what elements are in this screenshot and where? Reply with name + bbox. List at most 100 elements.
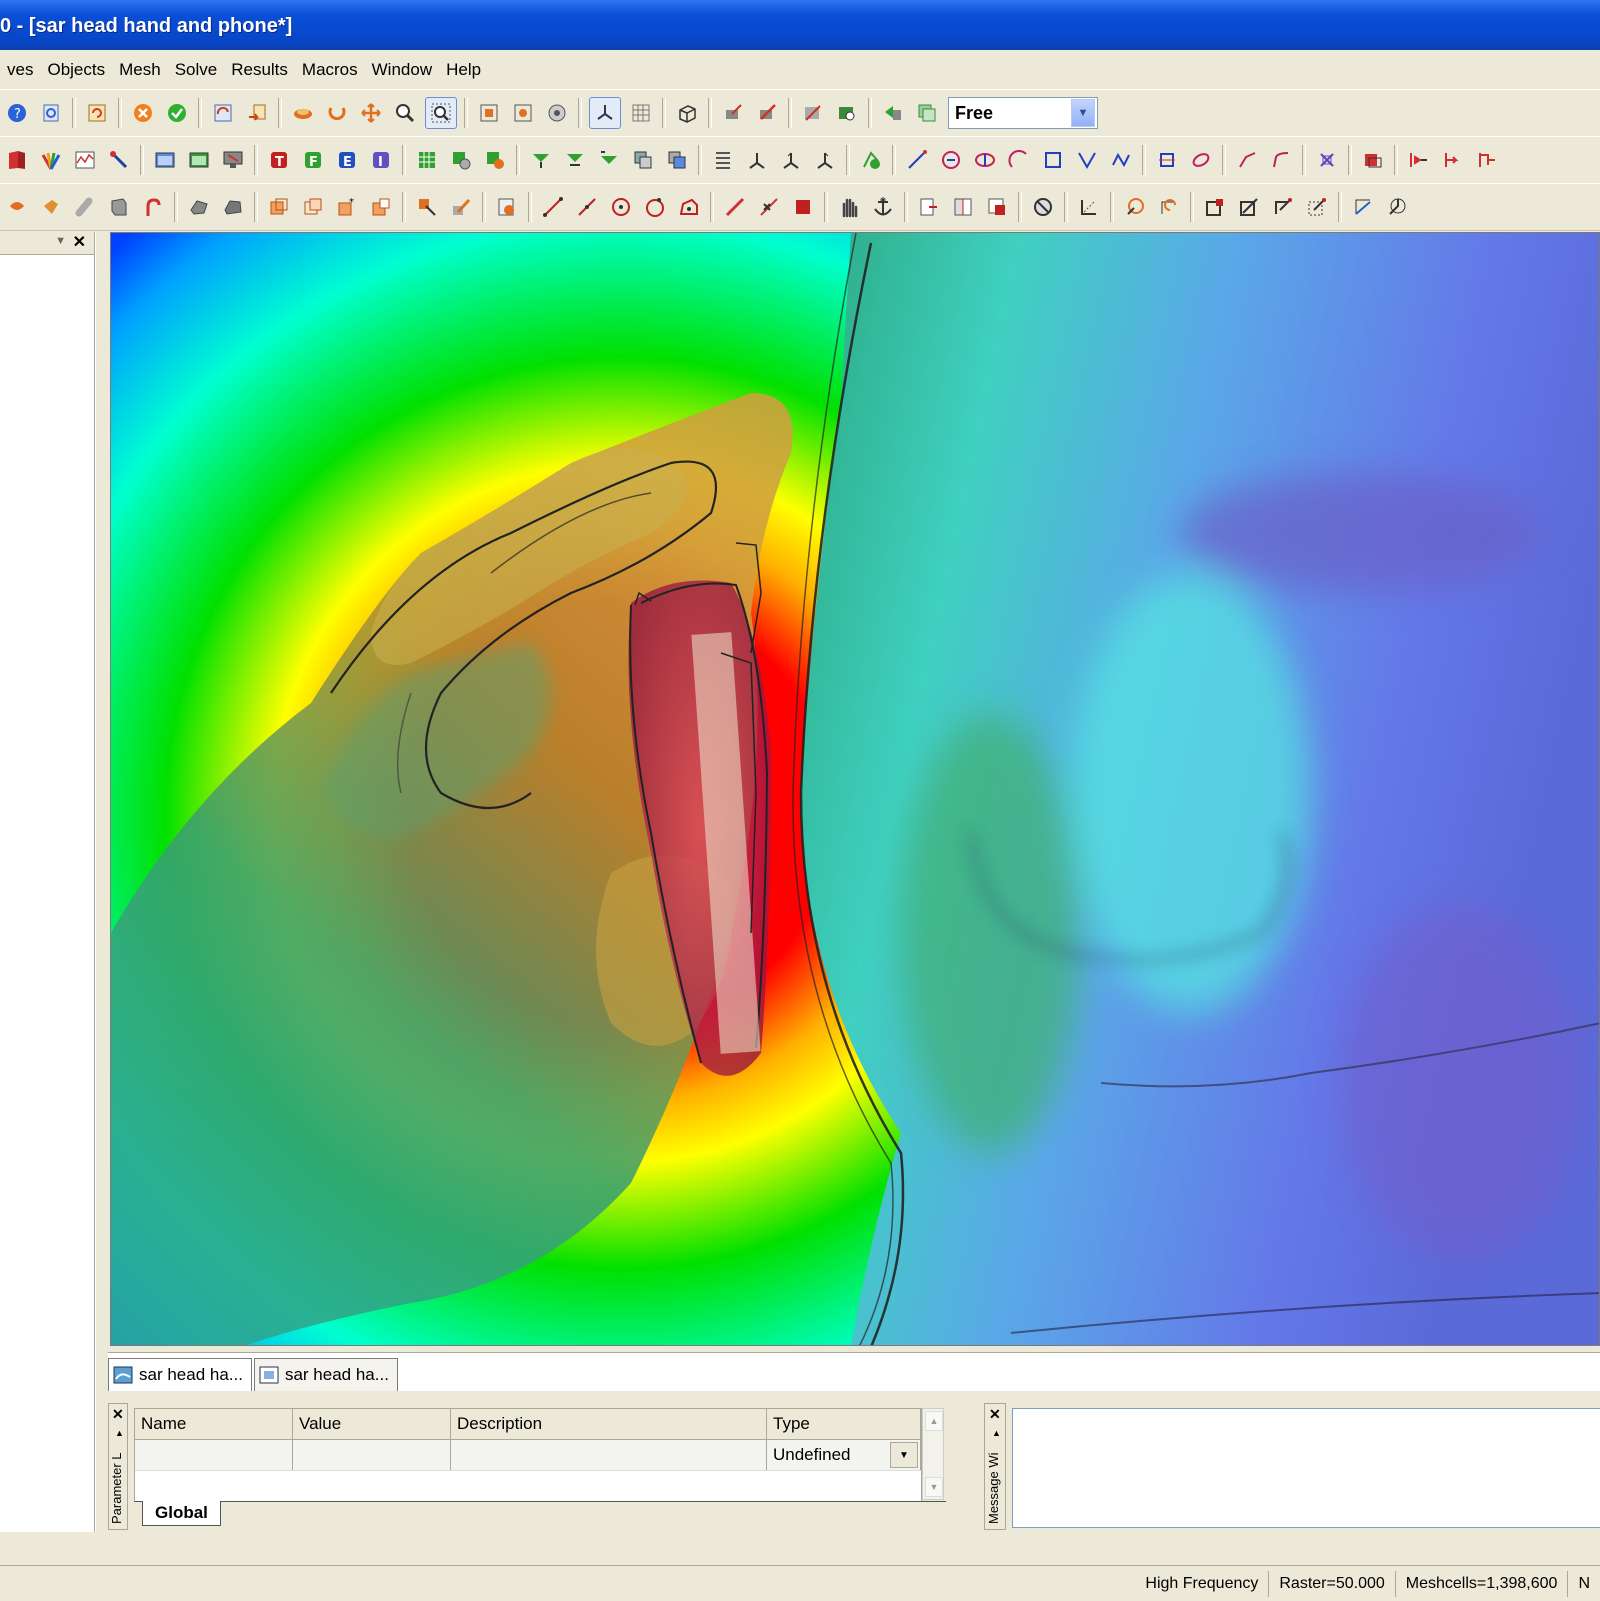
align-icon[interactable] xyxy=(915,193,943,221)
view-mode-select[interactable]: Free ▼ xyxy=(948,97,1098,129)
anchor-icon[interactable] xyxy=(869,193,897,221)
circle-icon[interactable] xyxy=(937,146,965,174)
view-options-icon[interactable] xyxy=(543,99,571,127)
pick-circle-icon[interactable] xyxy=(641,193,669,221)
window-icon[interactable] xyxy=(151,146,179,174)
field-source-icon[interactable] xyxy=(663,146,691,174)
edit-icon[interactable] xyxy=(447,193,475,221)
recycle-icon[interactable] xyxy=(37,99,65,127)
tab-global[interactable]: Global xyxy=(142,1501,221,1526)
curve-to-solid-icon[interactable] xyxy=(1359,146,1387,174)
transform-icon[interactable] xyxy=(879,99,907,127)
pan-icon[interactable] xyxy=(357,99,385,127)
history-icon[interactable] xyxy=(493,193,521,221)
plot-1d-icon[interactable] xyxy=(71,146,99,174)
ok-icon[interactable] xyxy=(163,99,191,127)
chevron-up-icon[interactable]: ▲ xyxy=(992,1428,1001,1438)
name-cell[interactable] xyxy=(135,1440,293,1470)
fillet-curve-icon[interactable] xyxy=(1233,146,1261,174)
measure-icon[interactable] xyxy=(1029,193,1057,221)
hand-icon[interactable] xyxy=(835,193,863,221)
port-icon[interactable] xyxy=(527,146,555,174)
refresh-icon[interactable] xyxy=(209,99,237,127)
chamfer-curve-icon[interactable] xyxy=(1267,146,1295,174)
clear-picks-icon[interactable] xyxy=(755,193,783,221)
trim-curve-icon[interactable] xyxy=(1153,146,1181,174)
brick-icon[interactable] xyxy=(105,193,133,221)
rotate-curve-icon[interactable] xyxy=(1439,146,1467,174)
wcs-align-icon[interactable] xyxy=(1121,193,1149,221)
boolean-add-icon[interactable] xyxy=(265,193,293,221)
wcs-local-icon[interactable] xyxy=(1269,193,1297,221)
tab-schematic[interactable]: sar head ha... xyxy=(253,1358,398,1391)
discrete-port-icon[interactable] xyxy=(595,146,623,174)
ellipse-icon[interactable] xyxy=(971,146,999,174)
add-point-icon[interactable] xyxy=(857,146,885,174)
description-cell[interactable] xyxy=(451,1440,767,1470)
column-header-name[interactable]: Name xyxy=(135,1409,293,1439)
parameter-scrollbar[interactable]: ▲ ▼ xyxy=(922,1408,944,1500)
tab-3d-view[interactable]: sar head ha... xyxy=(108,1358,252,1391)
monitor-icon[interactable] xyxy=(185,146,213,174)
chevron-down-icon[interactable]: ▼ xyxy=(1071,99,1095,127)
boolean-subtract-icon[interactable] xyxy=(299,193,327,221)
layers-icon[interactable] xyxy=(913,99,941,127)
mirror-icon[interactable] xyxy=(949,193,977,221)
mesh-settings-icon[interactable] xyxy=(447,146,475,174)
pick-edge-2-icon[interactable] xyxy=(721,193,749,221)
fit-all-icon[interactable] xyxy=(475,99,503,127)
chevron-down-icon[interactable]: ▼ xyxy=(890,1442,918,1468)
mesh-view-icon[interactable] xyxy=(413,146,441,174)
working-plane-icon[interactable] xyxy=(589,97,621,129)
wcs-align-face-icon[interactable] xyxy=(1349,193,1377,221)
blend-icon[interactable] xyxy=(185,193,213,221)
eigenmode-solver-icon[interactable]: E xyxy=(333,146,361,174)
cube-icon[interactable] xyxy=(673,99,701,127)
value-cell[interactable] xyxy=(293,1440,451,1470)
time-solver-icon[interactable]: T xyxy=(265,146,293,174)
y-axis-icon[interactable] xyxy=(777,146,805,174)
wcs-rotate-icon[interactable] xyxy=(1155,193,1183,221)
line-icon[interactable] xyxy=(903,146,931,174)
menu-macros[interactable]: Macros xyxy=(295,60,365,80)
port-mode-icon[interactable] xyxy=(561,146,589,174)
polyline-icon[interactable] xyxy=(1073,146,1101,174)
plane-wave-icon[interactable] xyxy=(629,146,657,174)
color-ramp-icon[interactable] xyxy=(37,146,65,174)
probe-icon[interactable] xyxy=(105,146,133,174)
arc-icon[interactable] xyxy=(1005,146,1033,174)
torus-icon[interactable] xyxy=(3,193,31,221)
book-icon[interactable] xyxy=(3,146,31,174)
boolean-intersect-icon[interactable]: * xyxy=(333,193,361,221)
pick-face-center-icon[interactable] xyxy=(675,193,703,221)
message-output[interactable] xyxy=(1012,1408,1600,1528)
grid-icon[interactable] xyxy=(627,99,655,127)
menu-results[interactable]: Results xyxy=(224,60,295,80)
close-icon[interactable]: ✕ xyxy=(73,232,86,252)
stop-icon[interactable] xyxy=(789,193,817,221)
chevron-up-icon[interactable]: ▲ xyxy=(925,1411,943,1431)
frequency-solver-icon[interactable]: F xyxy=(299,146,327,174)
fit-selected-icon[interactable] xyxy=(509,99,537,127)
zoom-window-icon[interactable] xyxy=(425,97,457,129)
pick-line-icon[interactable] xyxy=(539,193,567,221)
hide-icon[interactable] xyxy=(799,99,827,127)
z-axis-icon[interactable] xyxy=(811,146,839,174)
update-icon[interactable] xyxy=(83,99,111,127)
chamfer-icon[interactable] xyxy=(219,193,247,221)
mesh-global-icon[interactable] xyxy=(481,146,509,174)
pick-point-icon[interactable] xyxy=(719,99,747,127)
show-icon[interactable] xyxy=(833,99,861,127)
chevron-down-icon[interactable]: ▼ xyxy=(55,235,66,247)
menu-window[interactable]: Window xyxy=(365,60,439,80)
pick-center-icon[interactable] xyxy=(607,193,635,221)
wcs-move-icon[interactable] xyxy=(1201,193,1229,221)
list-icon[interactable] xyxy=(709,146,737,174)
wcs-icon[interactable] xyxy=(1075,193,1103,221)
cylinder-icon[interactable] xyxy=(71,193,99,221)
extrude-curve-icon[interactable] xyxy=(1405,146,1433,174)
column-header-value[interactable]: Value xyxy=(293,1409,451,1439)
bend-icon[interactable] xyxy=(139,193,167,221)
boolean-insert-icon[interactable] xyxy=(367,193,395,221)
screen-icon[interactable] xyxy=(219,146,247,174)
